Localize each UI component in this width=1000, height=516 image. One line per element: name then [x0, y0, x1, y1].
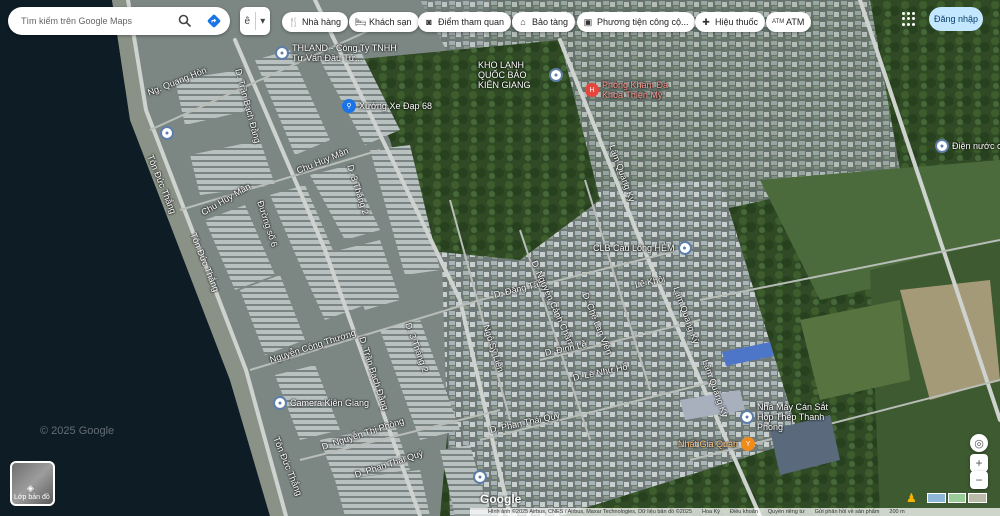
google-logo: Google: [480, 492, 522, 506]
layers-button[interactable]: ◈ Lớp bản đồ: [10, 461, 55, 506]
poi-label: Nhà Máy Cán Sắt Hộp Thép Thanh Phong: [757, 402, 829, 432]
sign-in-button[interactable]: Đăng nhập: [929, 7, 983, 31]
terms-link[interactable]: Điều khoản: [730, 509, 758, 515]
location-target-icon: ◎: [974, 437, 984, 450]
chip-museums[interactable]: ⌂ Bảo tàng: [512, 12, 576, 32]
place-icon: ●: [160, 126, 174, 140]
search-icon[interactable]: [178, 14, 192, 28]
chip-label: Nhà hàng: [302, 17, 342, 27]
chip-label: ATM: [786, 17, 805, 27]
attribution-bar: Hình ảnh ©2025 Airbus, CNES / Airbus, Ma…: [470, 508, 1000, 516]
layers-icon: ◈: [27, 483, 34, 493]
poi-bike-shop[interactable]: ⚲ Xưởng Xe Đạp 68: [342, 99, 432, 113]
poi-marker[interactable]: ●: [473, 470, 487, 484]
poi-label: KHO LẠNH QUỐC BẢO KIÊN GIANG: [478, 60, 531, 90]
zoom-out-button[interactable]: −: [970, 471, 988, 489]
satellite-map[interactable]: Ng. Quang Hòn Tôn Đức Thắng Chu Huy Mân …: [0, 0, 1000, 516]
poi-label: Nhất Gia Quán: [678, 439, 739, 449]
place-icon: ●: [275, 46, 289, 60]
museum-icon: ⌂: [520, 17, 526, 27]
map-watermark: © 2025 Google: [40, 425, 115, 437]
apps-grid-icon[interactable]: [902, 12, 916, 26]
chip-restaurants[interactable]: 🍴 Nhà hàng: [282, 12, 349, 32]
minus-icon: −: [975, 473, 983, 487]
restaurant-icon: 🍴: [288, 16, 300, 27]
poi-dien-nuoc[interactable]: ● Điện nước ch...: [935, 139, 1000, 153]
bike-shop-icon: ⚲: [342, 99, 356, 113]
poi-nha-may-thep[interactable]: ● Nhà Máy Cán Sắt Hộp Thép Thanh Phong: [740, 402, 845, 432]
my-location-button[interactable]: ◎: [970, 434, 988, 452]
poi-label: Camera Kiên Giang: [290, 398, 370, 408]
layers-label: Lớp bản đồ: [14, 494, 50, 501]
chip-hotels[interactable]: 🛏 Khách sạn: [349, 12, 419, 32]
poi-label: Phòng Khám Đa Khoa Thiện Mỹ: [602, 80, 669, 100]
camera-icon: ◙: [426, 17, 432, 27]
place-icon: ●: [677, 241, 692, 255]
poi-label: THLAND - Công Ty TNHH Tư Vấn Đầu Tư...: [292, 43, 397, 63]
place-icon: ●: [273, 396, 287, 410]
chip-attractions[interactable]: ◙ Điểm tham quan: [418, 12, 512, 32]
chip-label: Hiệu thuốc: [715, 17, 759, 27]
chevron-down-icon[interactable]: ▾: [255, 16, 270, 27]
feedback-link[interactable]: Gửi phản hồi về sản phẩm: [815, 509, 880, 515]
region-link[interactable]: Hoa Kỳ: [702, 509, 720, 515]
map-type-label: ê: [244, 15, 251, 27]
poi-clb-cau-long[interactable]: ● CLB Cầu Lông HẺM: [593, 241, 692, 255]
place-icon: ●: [473, 470, 487, 484]
search-box[interactable]: [8, 7, 230, 35]
atm-icon: ATM: [772, 19, 785, 25]
chip-atm[interactable]: ATM ATM: [766, 12, 812, 32]
pharmacy-icon: ✚: [702, 16, 710, 27]
poi-marker[interactable]: ●: [160, 126, 174, 140]
poi-phong-kham[interactable]: H Phòng Khám Đa Khoa Thiện Mỹ: [585, 80, 672, 100]
poi-label: Điện nước ch...: [952, 141, 1000, 151]
chip-label: Điểm tham quan: [438, 17, 505, 27]
place-icon: ●: [935, 139, 949, 153]
poi-label: Xưởng Xe Đạp 68: [359, 101, 432, 111]
poi-kho-lanh[interactable]: ● KHO LẠNH QUỐC BẢO KIÊN GIANG: [478, 60, 563, 90]
hospital-icon: H: [585, 83, 599, 97]
map-type-toggle[interactable]: ê ▾: [240, 7, 270, 35]
chip-label: Phương tiện công cộ...: [597, 17, 689, 27]
place-icon: ●: [549, 68, 563, 82]
map-layer-thumbnails[interactable]: [927, 493, 988, 503]
chip-label: Khách sạn: [369, 17, 412, 27]
imagery-credit: Hình ảnh ©2025 Airbus, CNES / Airbus, Ma…: [488, 509, 692, 515]
plus-icon: +: [975, 456, 983, 470]
chip-label: Bảo tàng: [532, 17, 569, 27]
privacy-link[interactable]: Quyền riêng tư: [768, 509, 805, 515]
directions-icon[interactable]: [207, 14, 221, 28]
restaurant-icon: Y: [741, 437, 756, 451]
search-input[interactable]: [21, 16, 171, 26]
poi-camera-kien-giang[interactable]: ● Camera Kiên Giang: [273, 396, 369, 410]
street-view-pegman-icon[interactable]: ♟: [906, 491, 918, 509]
chip-transit[interactable]: ▣ Phương tiện công cộ...: [577, 12, 696, 32]
place-icon: ●: [740, 410, 754, 424]
poi-nhat-gia-quan[interactable]: Y Nhất Gia Quán: [678, 437, 756, 451]
zoom-in-button[interactable]: +: [970, 454, 988, 472]
hotel-icon: 🛏: [355, 16, 367, 27]
scale-bar: 200 m: [889, 509, 905, 515]
poi-label: CLB Cầu Lông HẺM: [593, 243, 675, 253]
transit-icon: ▣: [583, 16, 593, 27]
chip-pharmacies[interactable]: ✚ Hiệu thuốc: [695, 12, 766, 32]
poi-thland[interactable]: ● THLAND - Công Ty TNHH Tư Vấn Đầu Tư...: [275, 43, 397, 63]
